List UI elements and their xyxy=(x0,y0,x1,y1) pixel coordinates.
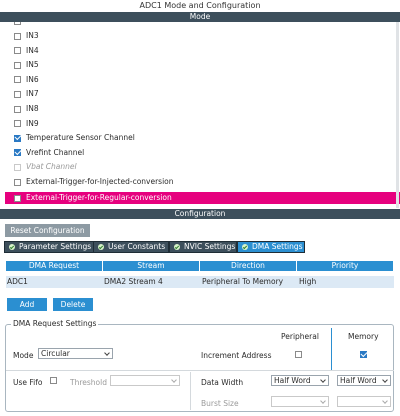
channel-item[interactable]: IN5 xyxy=(14,58,39,72)
add-button[interactable]: Add xyxy=(7,298,47,311)
checkbox[interactable] xyxy=(14,194,21,202)
checkbox[interactable] xyxy=(14,90,21,98)
column-divider xyxy=(331,328,332,371)
cell-priority: High xyxy=(299,277,317,286)
check-icon xyxy=(9,244,15,250)
channel-label: IN6 xyxy=(26,74,39,84)
channel-item[interactable]: IN8 xyxy=(14,102,39,116)
checkbox[interactable] xyxy=(14,76,21,84)
threshold-select[interactable] xyxy=(110,375,180,386)
divider xyxy=(190,372,191,410)
peripheral-data-width-select[interactable]: Half Word xyxy=(271,375,329,386)
external-trigger-regular-item[interactable]: External-Trigger-for-Regular-conversion xyxy=(5,192,400,204)
use-fifo-checkbox[interactable] xyxy=(50,377,57,384)
channel-item[interactable]: Temperature Sensor Channel xyxy=(14,131,135,145)
cell-dma-request: ADC1 xyxy=(7,277,28,286)
checkbox[interactable] xyxy=(14,149,21,157)
window-title: ADC1 Mode and Configuration xyxy=(139,1,261,10)
peripheral-column-header: Peripheral xyxy=(281,332,319,341)
column-header-dma-request: DMA Request xyxy=(6,261,102,271)
channel-item[interactable]: External-Trigger-for-Injected-conversion xyxy=(14,175,174,189)
tab-user-constants[interactable]: User Constants xyxy=(93,241,169,253)
memory-burst-select[interactable] xyxy=(337,396,391,407)
data-width-label: Data Width xyxy=(201,378,244,387)
increment-address-label: Increment Address xyxy=(201,351,272,360)
channel-label: Vrefint Channel xyxy=(26,147,85,157)
channel-label: Vbat Channel xyxy=(26,162,77,172)
channel-label: IN7 xyxy=(26,89,39,99)
tab-label: User Constants xyxy=(108,242,166,251)
channel-label: Temperature Sensor Channel xyxy=(26,133,135,143)
checkbox[interactable] xyxy=(14,32,21,40)
table-row[interactable] xyxy=(6,276,394,288)
channel-label: IN5 xyxy=(26,60,39,70)
channel-item[interactable]: Vbat Channel xyxy=(14,160,77,174)
cell-stream: DMA2 Stream 4 xyxy=(104,277,163,286)
item-label: External-Trigger-for-Regular-conversion xyxy=(26,193,172,202)
column-header-stream: Stream xyxy=(103,261,199,271)
threshold-label: Threshold xyxy=(70,378,107,387)
check-icon xyxy=(174,244,180,250)
mode-value: Circular xyxy=(41,349,70,358)
mode-label: Mode xyxy=(13,351,34,360)
checkbox[interactable] xyxy=(14,120,21,128)
tab-label: DMA Settings xyxy=(252,242,303,251)
peripheral-burst-select[interactable] xyxy=(271,396,329,407)
checkbox[interactable] xyxy=(14,134,21,142)
mode-section-bar: Mode xyxy=(0,12,400,22)
memory-data-width-select[interactable]: Half Word xyxy=(337,375,391,386)
checkbox[interactable] xyxy=(14,61,21,69)
use-fifo-label: Use Fifo xyxy=(13,378,43,387)
channel-label: External-Trigger-for-Injected-conversion xyxy=(26,177,174,186)
scrollbar[interactable] xyxy=(396,22,399,208)
checkbox[interactable] xyxy=(14,47,21,55)
divider xyxy=(6,370,394,371)
check-icon xyxy=(98,244,104,250)
channel-item[interactable]: Vrefint Channel xyxy=(14,146,84,160)
configuration-section-bar: Configuration xyxy=(0,209,400,219)
cell-direction: Peripheral To Memory xyxy=(202,277,284,286)
tab-label: NVIC Settings xyxy=(184,242,236,251)
memory-data-width-value: Half Word xyxy=(340,376,377,385)
tab-nvic-settings[interactable]: NVIC Settings xyxy=(169,241,237,253)
channel-label: IN8 xyxy=(26,104,39,113)
check-icon xyxy=(242,244,248,250)
column-header-priority: Priority xyxy=(297,261,393,271)
tab-parameter-settings[interactable]: Parameter Settings xyxy=(4,241,102,253)
tab-label: Parameter Settings xyxy=(19,242,92,251)
channel-item[interactable]: IN9 xyxy=(14,117,39,131)
channel-label: IN4 xyxy=(26,45,39,55)
checkbox xyxy=(14,163,21,171)
channel-item[interactable]: IN6 xyxy=(14,73,39,87)
channel-item[interactable]: IN7 xyxy=(14,87,39,101)
checkbox[interactable] xyxy=(14,178,21,186)
delete-button[interactable]: Delete xyxy=(53,298,93,311)
memory-increment-checkbox[interactable] xyxy=(360,351,367,358)
memory-column-header: Memory xyxy=(348,332,379,341)
channel-item[interactable]: IN4 xyxy=(14,44,39,58)
panel-legend: DMA Request Settings xyxy=(11,319,99,328)
channel-label: IN3 xyxy=(26,31,39,40)
tab-dma-settings[interactable]: DMA Settings xyxy=(237,241,305,253)
column-header-direction: Direction xyxy=(200,261,296,271)
checkbox[interactable] xyxy=(14,105,21,113)
peripheral-data-width-value: Half Word xyxy=(274,376,311,385)
reset-configuration-button[interactable]: Reset Configuration xyxy=(5,224,90,237)
burst-size-label: Burst Size xyxy=(201,399,239,408)
peripheral-increment-checkbox[interactable] xyxy=(295,351,302,358)
dma-request-settings-panel xyxy=(5,324,394,412)
channel-label: IN9 xyxy=(26,118,39,128)
mode-select[interactable]: Circular xyxy=(38,348,113,359)
channel-item[interactable]: IN3 xyxy=(14,29,39,43)
clipped-checkbox xyxy=(14,22,21,25)
